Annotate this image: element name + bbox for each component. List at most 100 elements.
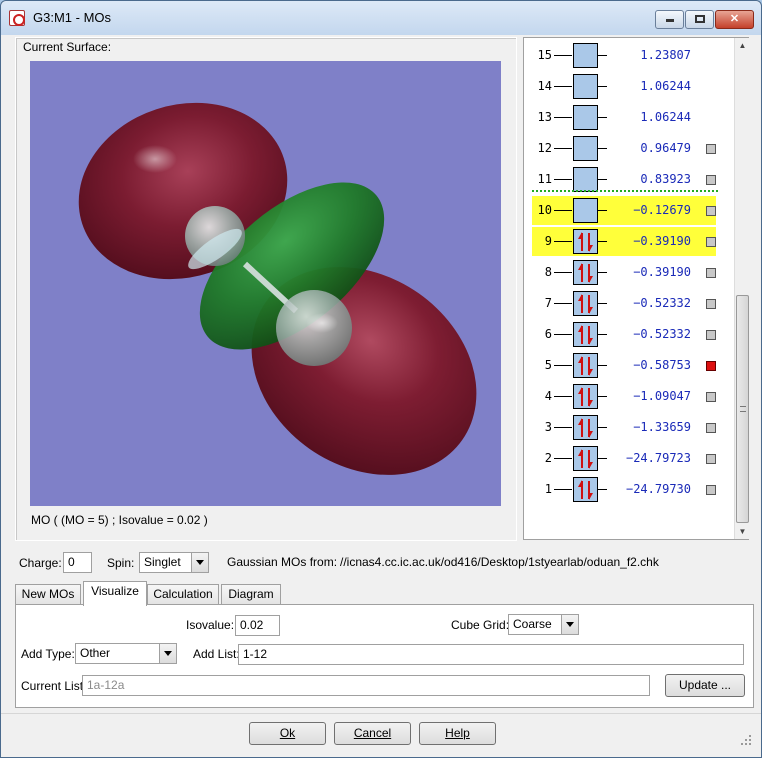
mo-energy: −0.39190 [633, 234, 691, 248]
mo-level-line [554, 241, 572, 242]
mo-level-line [554, 427, 572, 428]
mo-row[interactable]: 2 −24.79723 [524, 444, 734, 473]
mo-level-line [554, 55, 572, 56]
spin-up-arrow-icon [578, 387, 585, 406]
spin-label: Spin: [107, 556, 135, 570]
tab-calculation[interactable]: Calculation [147, 584, 219, 605]
scrollbar-thumb[interactable] [736, 295, 749, 523]
mo-checkbox[interactable] [706, 144, 716, 154]
mo-number: 12 [537, 141, 552, 155]
cancel-button-label: Cancel [353, 726, 392, 740]
virtual-orbital-icon[interactable] [573, 167, 598, 192]
mo-checkbox[interactable] [706, 237, 716, 247]
mo-selected-checkbox[interactable] [706, 361, 716, 371]
scroll-up-icon[interactable]: ▲ [735, 38, 750, 53]
mo-row[interactable]: 8 −0.39190 [524, 258, 734, 287]
mo-row[interactable]: 12 0.96479 [524, 134, 734, 163]
mo-checkbox[interactable] [706, 454, 716, 464]
mo-row[interactable]: 15 1.23807 [524, 41, 734, 70]
spin-up-arrow-icon [578, 294, 585, 313]
spin-select[interactable]: Singlet [139, 552, 209, 573]
mo-surface-viewport[interactable] [30, 61, 501, 506]
mo-energy: −24.79723 [625, 451, 691, 465]
mo-row[interactable]: 5 −0.58753 [524, 351, 734, 380]
tab-diagram[interactable]: Diagram [221, 584, 281, 605]
resize-grip-icon[interactable] [739, 733, 753, 747]
mo-level-line [598, 179, 607, 180]
charge-field[interactable]: 0 [63, 552, 92, 573]
occupied-orbital-icon[interactable] [573, 446, 598, 471]
title-bar[interactable]: G3:M1 - MOs ✕ [1, 1, 761, 35]
mo-checkbox[interactable] [706, 206, 716, 216]
mo-row[interactable]: 14 1.06244 [524, 72, 734, 101]
mo-energy: −1.09047 [633, 389, 691, 403]
virtual-orbital-icon[interactable] [573, 136, 598, 161]
maximize-button[interactable] [685, 10, 714, 29]
cancel-button[interactable]: Cancel [334, 722, 411, 745]
charge-label: Charge: [19, 556, 62, 570]
mo-level-line [554, 179, 572, 180]
mo-energy: −0.39190 [633, 265, 691, 279]
occupied-orbital-icon[interactable] [573, 353, 598, 378]
virtual-orbital-icon[interactable] [573, 74, 598, 99]
scroll-down-icon[interactable]: ▼ [735, 524, 750, 539]
mo-surface-render [78, 102, 477, 475]
mo-energy-list[interactable]: 15 1.23807 14 1.06244 13 1.06244 12 0.96479 11 0.… [523, 37, 749, 540]
occupied-orbital-icon[interactable] [573, 477, 598, 502]
update-button[interactable]: Update ... [665, 674, 745, 697]
mo-energy: −0.52332 [633, 327, 691, 341]
virtual-orbital-icon[interactable] [573, 43, 598, 68]
mo-list-scrollbar[interactable]: ▲ ▼ [734, 38, 749, 539]
mo-row[interactable]: 6 −0.52332 [524, 320, 734, 349]
mo-checkbox[interactable] [706, 423, 716, 433]
virtual-orbital-icon[interactable] [573, 198, 598, 223]
mo-number: 1 [544, 482, 552, 496]
cube-grid-select[interactable]: Coarse [508, 614, 579, 635]
isovalue-field[interactable]: 0.02 [235, 615, 280, 636]
mo-energy: 0.83923 [640, 172, 691, 186]
mo-energy: −0.52332 [633, 296, 691, 310]
mo-number: 8 [544, 265, 552, 279]
occupied-orbital-icon[interactable] [573, 260, 598, 285]
mo-row[interactable]: 9 −0.39190 [532, 227, 716, 256]
spin-up-arrow-icon [578, 449, 585, 468]
mo-row[interactable]: 13 1.06244 [524, 103, 734, 132]
mo-checkbox[interactable] [706, 392, 716, 402]
mo-number: 6 [544, 327, 552, 341]
mo-row[interactable]: 4 −1.09047 [524, 382, 734, 411]
spin-down-arrow-icon [588, 295, 593, 314]
occupied-orbital-icon[interactable] [573, 291, 598, 316]
mo-level-line [598, 365, 607, 366]
tab-new-mos[interactable]: New MOs [15, 584, 81, 605]
close-button[interactable]: ✕ [715, 10, 754, 29]
minimize-icon [665, 19, 674, 22]
occupied-orbital-icon[interactable] [573, 229, 598, 254]
mo-row[interactable]: 1 −24.79730 [524, 475, 734, 504]
occupied-orbital-icon[interactable] [573, 415, 598, 440]
add-list-field[interactable]: 1-12 [238, 644, 744, 665]
mo-number: 11 [537, 172, 552, 186]
mo-checkbox[interactable] [706, 330, 716, 340]
mo-level-line [598, 148, 607, 149]
occupied-orbital-icon[interactable] [573, 322, 598, 347]
mo-checkbox[interactable] [706, 268, 716, 278]
close-icon: ✕ [729, 13, 740, 25]
mo-surface-caption: MO ( (MO = 5) ; Isovalue = 0.02 ) [31, 513, 208, 527]
tab-visualize[interactable]: Visualize [83, 581, 147, 606]
mo-checkbox[interactable] [706, 299, 716, 309]
help-button[interactable]: Help [419, 722, 496, 745]
ok-button[interactable]: Ok [249, 722, 326, 745]
mo-level-line [598, 458, 607, 459]
mo-row[interactable]: 3 −1.33659 [524, 413, 734, 442]
mo-checkbox[interactable] [706, 485, 716, 495]
virtual-orbital-icon[interactable] [573, 105, 598, 130]
add-type-select[interactable]: Other [75, 643, 177, 664]
mo-row[interactable]: 10 −0.12679 [532, 196, 716, 225]
minimize-button[interactable] [655, 10, 684, 29]
mo-number: 15 [537, 48, 552, 62]
occupied-orbital-icon[interactable] [573, 384, 598, 409]
mo-checkbox[interactable] [706, 175, 716, 185]
gaussview-app-icon[interactable] [9, 10, 25, 26]
mo-energy: 1.06244 [640, 110, 691, 124]
mo-row[interactable]: 7 −0.52332 [524, 289, 734, 318]
